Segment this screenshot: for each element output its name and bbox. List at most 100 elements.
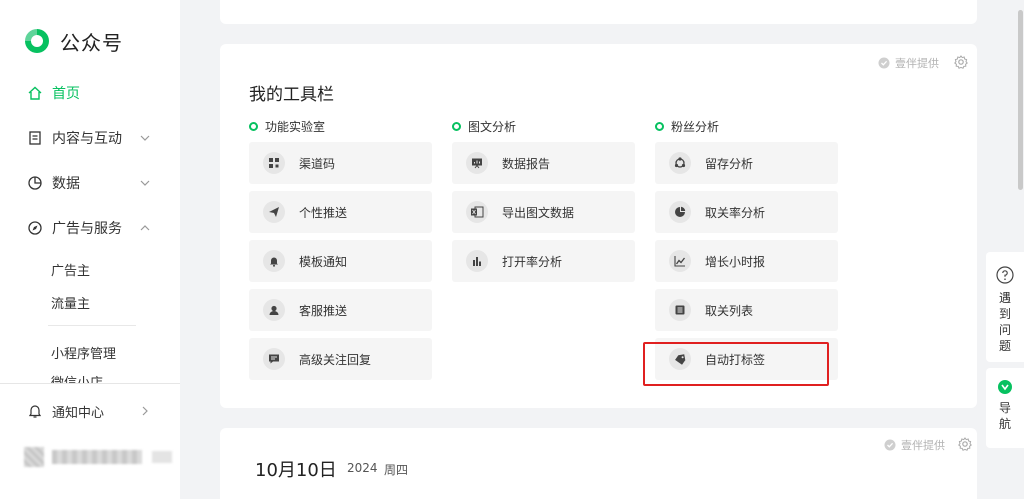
help-label: 遇到问题	[999, 291, 1012, 353]
column-heading-label: 图文分析	[468, 120, 517, 134]
bell-icon	[26, 402, 44, 420]
toolbar-card: 壹伴提供 我的工具栏 功能实验室 图文分析 粉丝分析 渠道码 个性推送 模板通知…	[220, 44, 977, 408]
tool-data-report[interactable]: 数据报告	[452, 142, 635, 184]
sidebar-item-ads[interactable]: 广告与服务	[0, 210, 180, 246]
check-circle-icon	[884, 439, 896, 451]
navigation-button[interactable]: 导航	[986, 368, 1024, 448]
column-heading-label: 功能实验室	[265, 120, 326, 134]
account-name-redacted	[52, 450, 142, 464]
sponsor-label: 壹伴提供	[901, 439, 945, 452]
gear-icon[interactable]	[958, 437, 972, 451]
check-circle-icon	[878, 57, 890, 69]
tool-unfollow-list[interactable]: 取关列表	[655, 289, 838, 331]
tool-label: 增长小时报	[705, 254, 766, 269]
tool-open-rate[interactable]: 打开率分析	[452, 240, 635, 282]
column-heading-label: 粉丝分析	[671, 120, 720, 134]
sidebar-item-home[interactable]: 首页	[0, 75, 180, 111]
tool-channel-code[interactable]: 渠道码	[249, 142, 432, 184]
logo[interactable]: 公众号	[22, 26, 123, 56]
tool-label: 数据报告	[502, 156, 551, 171]
pie-chart-icon	[669, 201, 691, 223]
sidebar-item-content[interactable]: 内容与互动	[0, 120, 180, 156]
date-card: 壹伴提供 10月10日 2024 周四	[220, 428, 977, 499]
bell-icon	[263, 250, 285, 272]
tool-label: 个性推送	[299, 205, 348, 220]
tool-label: 打开率分析	[502, 254, 563, 269]
divider	[0, 383, 180, 384]
qrcode-icon	[263, 152, 285, 174]
year-label: 2024	[347, 461, 378, 475]
tool-label: 留存分析	[705, 156, 754, 171]
sidebar-subitem-advertiser[interactable]: 广告主	[51, 260, 90, 279]
tool-label: 高级关注回复	[299, 352, 372, 367]
tool-label: 导出图文数据	[502, 205, 575, 220]
navigation-label: 导航	[999, 401, 1012, 431]
home-icon	[26, 84, 44, 102]
pie-chart-icon	[26, 174, 44, 192]
previous-card	[220, 0, 977, 24]
sponsor-link[interactable]: 壹伴提供	[884, 437, 945, 453]
tool-unfollow-rate[interactable]: 取关率分析	[655, 191, 838, 233]
tool-label: 客服推送	[299, 303, 348, 318]
sponsor-label: 壹伴提供	[895, 57, 939, 70]
column-heading-fans: 粉丝分析	[655, 118, 719, 135]
document-icon	[26, 129, 44, 147]
toolbar-title: 我的工具栏	[249, 85, 334, 105]
highlight-box	[643, 342, 829, 386]
chevron-down-icon	[140, 180, 150, 186]
retention-icon	[669, 152, 691, 174]
tool-advanced-reply[interactable]: 高级关注回复	[249, 338, 432, 380]
tool-label: 取关列表	[705, 303, 754, 318]
sidebar-item-label: 首页	[52, 86, 80, 102]
column-heading-article: 图文分析	[452, 118, 516, 135]
chevron-up-icon	[140, 225, 150, 231]
chevron-right-icon	[142, 406, 148, 416]
logo-text: 公众号	[60, 30, 123, 55]
sidebar-item-label: 通知中心	[52, 405, 105, 421]
sidebar-item-data[interactable]: 数据	[0, 165, 180, 201]
excel-icon	[466, 201, 488, 223]
logo-icon	[25, 29, 49, 53]
sidebar-item-notifications[interactable]: 通知中心	[0, 393, 180, 429]
date-label: 10月10日	[255, 460, 337, 481]
avatar	[24, 447, 44, 467]
presentation-icon	[466, 152, 488, 174]
tool-template-notice[interactable]: 模板通知	[249, 240, 432, 282]
redacted-badge	[152, 451, 172, 463]
bullet-icon	[655, 122, 664, 131]
question-icon	[996, 266, 1014, 284]
tool-export-data[interactable]: 导出图文数据	[452, 191, 635, 233]
account-switcher[interactable]	[24, 447, 172, 467]
tool-retention[interactable]: 留存分析	[655, 142, 838, 184]
tool-hourly-growth[interactable]: 增长小时报	[655, 240, 838, 282]
tool-personal-push[interactable]: 个性推送	[249, 191, 432, 233]
customer-service-icon	[263, 299, 285, 321]
line-chart-icon	[669, 250, 691, 272]
gear-icon[interactable]	[954, 55, 968, 69]
divider	[48, 325, 136, 326]
weekday-label: 周四	[384, 463, 409, 477]
sidebar: 公众号 首页 内容与互动 数据 广告与服务 广告主 流量主 小程序管理 微信小店	[0, 0, 180, 499]
sidebar-item-label: 内容与互动	[52, 131, 122, 147]
sidebar-item-label: 广告与服务	[52, 221, 122, 237]
chevron-down-icon	[140, 135, 150, 141]
message-icon	[263, 348, 285, 370]
bullet-icon	[249, 122, 258, 131]
nav-logo-icon	[998, 380, 1012, 394]
sponsor-link[interactable]: 壹伴提供	[878, 55, 939, 71]
tool-service-push[interactable]: 客服推送	[249, 289, 432, 331]
sidebar-item-label: 数据	[52, 176, 80, 192]
tool-label: 取关率分析	[705, 205, 766, 220]
scrollbar-thumb[interactable]	[1018, 10, 1023, 190]
help-button[interactable]: 遇到问题	[986, 252, 1024, 362]
list-icon	[669, 299, 691, 321]
sidebar-subitem-miniprogram[interactable]: 小程序管理	[51, 343, 116, 362]
sidebar-subitem-publisher[interactable]: 流量主	[51, 293, 90, 312]
tool-label: 模板通知	[299, 254, 348, 269]
column-heading-lab: 功能实验室	[249, 118, 325, 135]
tool-label: 渠道码	[299, 156, 336, 171]
scrollbar[interactable]	[1016, 0, 1024, 252]
send-icon	[263, 201, 285, 223]
compass-icon	[26, 219, 44, 237]
sidebar-subitem-shop[interactable]: 微信小店	[51, 372, 103, 383]
